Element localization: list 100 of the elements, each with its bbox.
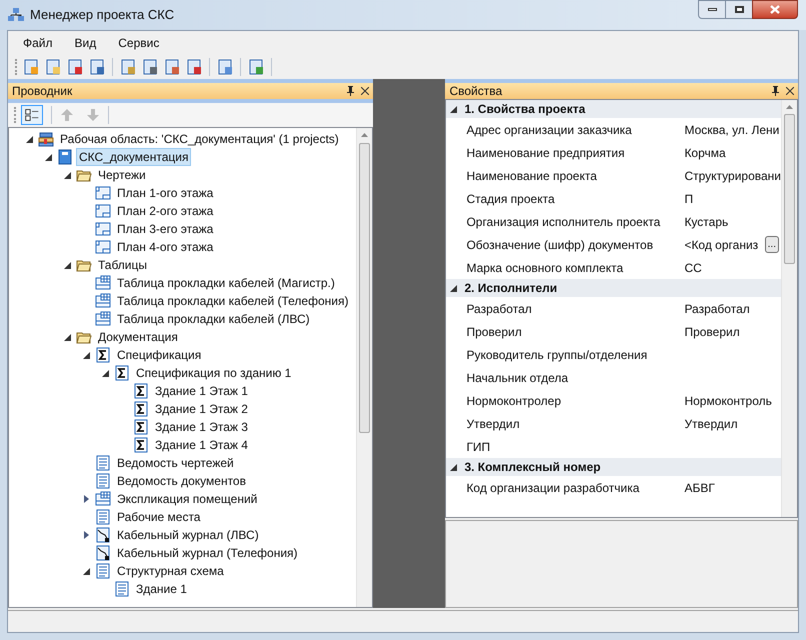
scroll-up-icon[interactable] [786,105,793,109]
scrollbar[interactable] [781,100,797,517]
tree-item[interactable]: Здание 1 Этаж 4 [152,436,251,454]
property-value[interactable]: Нормоконтроль [684,392,772,410]
property-value[interactable]: Разработал [684,300,750,318]
tree-item[interactable]: Структурная схема [114,562,227,580]
maximize-button[interactable] [726,0,752,19]
tree-item[interactable]: План 3-его этажа [114,220,216,238]
collapse-triangle-icon[interactable] [64,334,71,340]
scrollbar-thumb[interactable] [358,143,370,433]
tree-item[interactable]: Рабочие места [114,508,204,526]
tree-item[interactable]: Здание 1 Этаж 2 [152,400,251,418]
collapse-triangle-icon[interactable] [450,284,457,292]
panel-title: Проводник [12,83,74,100]
tree-item[interactable]: Спецификация по зданию 1 [133,364,294,382]
menu-item[interactable]: Вид [74,34,96,52]
sigma-document-icon [133,383,149,399]
document-icon [95,455,111,471]
property-label: Марка основного комплекта [466,260,624,276]
ellipsis-button[interactable]: ... [764,236,779,253]
tree-item[interactable]: Таблица прокладки кабелей (Телефония) [114,292,352,310]
tree-item[interactable]: Ведомость документов [114,472,249,490]
property-value[interactable]: П [684,190,694,208]
document-icon [95,563,111,579]
tree-item[interactable]: Чертежи [95,166,149,184]
collapse-triangle-icon[interactable] [450,464,457,470]
property-value[interactable]: Кустарь [684,212,728,230]
property-label: Наименование проекта [466,168,598,184]
document-icon [95,473,111,489]
property-value[interactable]: Проверил [684,322,740,340]
collapse-triangle-icon[interactable] [45,154,52,160]
plan-sheet-icon [95,239,111,255]
sigma-document-icon [114,365,130,381]
collapse-triangle-icon[interactable] [450,106,457,112]
property-value[interactable]: <Код организ [684,236,758,254]
close-icon[interactable] [786,87,794,95]
collapse-triangle-icon[interactable] [64,172,71,178]
table-icon [95,491,111,507]
tree-item[interactable]: План 2-ого этажа [114,202,216,220]
panel-title: Свойства [449,83,504,100]
menu-item[interactable]: Сервис [118,34,160,52]
property-label: Проверил [466,324,523,340]
tree-item[interactable]: Таблицы [95,256,150,274]
window-title: Менеджер проекта СКС [30,6,176,24]
tree-item[interactable]: Кабельный журнал (ЛВС) [114,526,262,544]
property-value[interactable]: СС [684,258,702,276]
tree-item[interactable]: План 1-ого этажа [114,184,216,202]
sigma-document-icon [133,437,149,453]
tree-item[interactable]: Таблица прокладки кабелей (Магистр.) [114,274,338,292]
property-label: Руководитель группы/отделения [466,346,648,364]
menu-item[interactable]: Файл [23,34,53,52]
minimize-button[interactable] [698,0,726,19]
tree-item[interactable]: СКС_документация [76,148,192,166]
scrollbar[interactable] [356,128,372,607]
tree-item[interactable]: Здание 1 Этаж 3 [152,418,251,436]
pin-icon[interactable] [346,86,355,96]
tree-item[interactable]: Документация [95,328,181,346]
plan-sheet-icon [95,185,111,201]
expand-triangle-icon[interactable] [84,495,89,503]
scroll-up-icon[interactable] [360,133,368,137]
collapse-triangle-icon[interactable] [83,568,90,574]
tree-item[interactable]: Кабельный журнал (Телефония) [114,544,301,562]
tree-item[interactable]: Ведомость чертежей [114,454,237,472]
property-value[interactable]: Утвердил [684,414,738,432]
tree-item[interactable]: Спецификация [114,346,204,364]
property-label: Начальник отдела [466,370,570,386]
document-icon [114,581,130,597]
collapse-triangle-icon[interactable] [64,262,71,268]
property-label: Нормоконтролер [466,392,562,410]
close-icon[interactable] [360,87,369,95]
sigma-document-icon [133,419,149,435]
table-icon [95,275,111,291]
property-value[interactable]: Москва, ул. Лени [684,120,780,138]
pin-icon[interactable] [771,86,780,96]
tree-item[interactable]: Здание 1 Этаж 1 [152,382,251,400]
book-icon [57,149,73,165]
property-label: Код организации разработчика [466,480,640,496]
tree-item[interactable]: Рабочая область: 'СКС_документация' (1 projects) [57,130,342,148]
table-icon [95,293,111,309]
tree-item[interactable]: Здание 1 [133,580,190,598]
collapse-triangle-icon[interactable] [102,370,109,376]
property-label: Адрес организации заказчика [466,122,633,138]
property-label: Наименование предприятия [466,144,626,162]
property-label: Обозначение (шифр) документов [466,236,654,254]
diagram-sheet-icon [95,527,111,543]
collapse-triangle-icon[interactable] [83,352,90,358]
property-value[interactable]: Корчма [684,144,726,162]
tree-item[interactable]: План 4-ого этажа [114,238,216,256]
expand-all-icon[interactable] [21,105,43,125]
tree-item[interactable]: Экспликация помещений [114,490,260,508]
close-button[interactable] [752,0,798,19]
document-icon [95,509,111,525]
property-value[interactable]: АБВГ [684,478,715,496]
tree-item[interactable]: Таблица прокладки кабелей (ЛВС) [114,310,313,328]
expand-triangle-icon[interactable] [84,531,89,539]
property-value[interactable]: Структурировани [684,166,781,184]
scrollbar-thumb[interactable] [784,114,795,264]
collapse-triangle-icon[interactable] [26,136,33,142]
property-label: Организация исполнитель проекта [466,214,662,230]
network-icon [8,7,24,23]
